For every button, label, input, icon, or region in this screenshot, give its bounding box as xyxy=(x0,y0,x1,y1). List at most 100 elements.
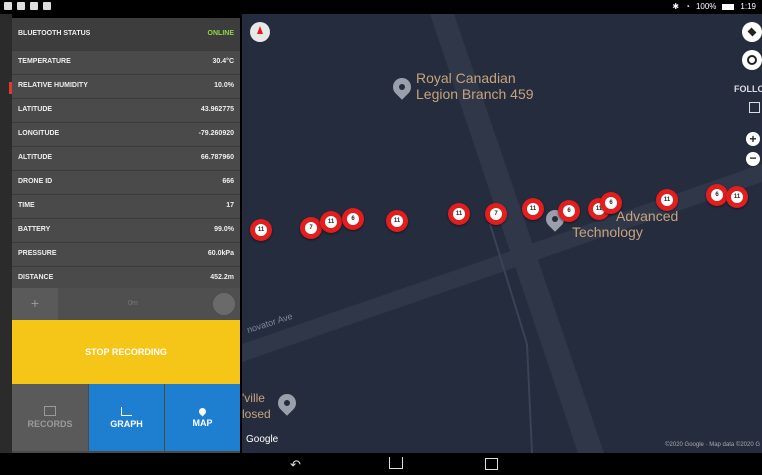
marker-label: 7 xyxy=(490,208,502,220)
tab-records-label: RECORDS xyxy=(27,419,73,429)
notification-icon xyxy=(30,2,38,10)
clock: 1:19 xyxy=(740,2,756,11)
map-marker[interactable]: 11 xyxy=(320,211,342,233)
back-icon[interactable]: ↶ xyxy=(290,457,301,473)
tab-map[interactable]: MAP xyxy=(165,384,240,451)
stop-recording-button[interactable]: STOP RECORDING xyxy=(12,320,240,384)
map-marker[interactable]: 6 xyxy=(342,208,364,230)
compass-needle-icon xyxy=(257,26,263,34)
map-marker[interactable]: 6 xyxy=(706,184,728,206)
notification-icon xyxy=(43,2,51,10)
map-marker[interactable]: 11 xyxy=(522,198,544,220)
marker-label: 6 xyxy=(347,213,359,225)
reading-label: LONGITUDE xyxy=(18,130,60,137)
tab-map-label: MAP xyxy=(192,417,213,428)
zoom-in-button[interactable]: + xyxy=(746,132,760,146)
marker-label: 6 xyxy=(605,197,617,209)
place-label-line: Royal Canadian xyxy=(416,70,516,86)
reading-row-humidity: RELATIVE HUMIDITY 10.0% xyxy=(12,74,240,99)
place-label-legion[interactable]: Royal Canadian Legion Branch 459 xyxy=(416,70,534,102)
reading-label: DRONE ID xyxy=(18,178,53,185)
recents-icon[interactable] xyxy=(485,458,498,470)
map-marker[interactable]: 11 xyxy=(386,210,408,232)
compass-icon[interactable] xyxy=(250,22,270,42)
reading-row-battery: BATTERY 99.0% xyxy=(12,218,240,243)
google-logo: Google xyxy=(246,434,279,445)
reading-value: 666 xyxy=(222,178,234,185)
reading-row-time: TIME 17 xyxy=(12,194,240,219)
marker-label: 11 xyxy=(255,224,267,236)
reading-label: ALTITUDE xyxy=(18,154,53,161)
marker-label: 11 xyxy=(661,194,673,206)
left-edge xyxy=(0,14,12,453)
toggle-button[interactable] xyxy=(208,288,240,320)
place-label-line: Legion Branch 459 xyxy=(416,86,534,102)
reading-label: DISTANCE xyxy=(18,274,54,281)
reading-value: 99.0% xyxy=(214,226,234,233)
reading-label: RELATIVE HUMIDITY xyxy=(18,82,88,89)
place-label-ville[interactable]: 'ville losed xyxy=(242,390,271,422)
layers-button[interactable] xyxy=(742,22,762,42)
marker-label: 6 xyxy=(563,205,575,217)
toggle-circle-icon xyxy=(213,293,235,315)
map-marker[interactable]: 11 xyxy=(448,203,470,225)
layers-icon xyxy=(747,27,757,37)
range-display: 0m xyxy=(58,288,208,320)
map-marker[interactable]: 6 xyxy=(558,200,580,222)
add-button[interactable]: + xyxy=(12,288,58,320)
reading-label: BATTERY xyxy=(18,226,51,233)
reading-label: LATITUDE xyxy=(18,106,53,113)
reading-row-latitude: LATITUDE 43.962775 xyxy=(12,98,240,123)
reading-value: 30.4°C xyxy=(212,58,234,65)
bluetooth-icon: ✱ xyxy=(672,2,680,11)
map-marker[interactable]: 6 xyxy=(600,192,622,214)
reading-value: 60.0kPa xyxy=(207,250,234,257)
marker-label: 11 xyxy=(731,191,743,203)
place-label-line: Technology xyxy=(572,224,643,240)
bluetooth-status-label: BLUETOOTH STATUS xyxy=(18,30,91,37)
wifi-icon: ◔ xyxy=(685,2,690,11)
map-marker[interactable]: 7 xyxy=(485,203,507,225)
reading-row-longitude: LONGITUDE -79.260920 xyxy=(12,122,240,147)
reading-value: 452.2m xyxy=(210,274,234,281)
marker-label: 11 xyxy=(391,215,403,227)
reading-value: 10.0% xyxy=(214,82,234,89)
locate-button[interactable] xyxy=(742,50,762,70)
navigation-bar: ↶ xyxy=(0,453,762,475)
reading-row-drone-id: DRONE ID 666 xyxy=(12,170,240,195)
tab-records[interactable]: RECORDS xyxy=(12,384,88,451)
marker-label: 7 xyxy=(305,222,317,234)
zoom-out-button[interactable]: − xyxy=(746,152,760,166)
place-label-line: losed xyxy=(242,407,271,421)
map-marker[interactable]: 7 xyxy=(300,217,322,239)
map-view[interactable]: Royal Canadian Legion Branch 459 Advance… xyxy=(242,14,762,453)
notification-icon xyxy=(17,2,25,10)
reading-row-pressure: PRESSURE 60.0kPa xyxy=(12,242,240,267)
reading-label: PRESSURE xyxy=(18,250,57,257)
notification-icons xyxy=(4,2,51,10)
bluetooth-status-value: ONLINE xyxy=(207,30,234,37)
reading-label: TEMPERATURE xyxy=(18,58,71,65)
reading-row-altitude: ALTITUDE 66.787960 xyxy=(12,146,240,171)
map-marker[interactable]: 11 xyxy=(726,186,748,208)
reading-value: -79.260920 xyxy=(198,130,234,137)
reading-label: TIME xyxy=(18,202,35,209)
battery-icon xyxy=(722,3,735,10)
map-pin-icon xyxy=(197,406,208,416)
home-icon[interactable] xyxy=(389,457,403,469)
battery-text: 100% xyxy=(695,2,717,11)
bluetooth-status-row: BLUETOOTH STATUS ONLINE xyxy=(12,18,240,51)
tab-graph[interactable]: GRAPH xyxy=(89,384,164,451)
marker-label: 11 xyxy=(453,208,465,220)
map-marker[interactable]: 11 xyxy=(656,189,678,211)
system-status: ✱ ◔ 100% 1:19 xyxy=(672,2,756,11)
notification-icon xyxy=(4,2,12,10)
graph-icon xyxy=(121,406,132,416)
locate-icon xyxy=(747,55,757,65)
reading-row-temperature: TEMPERATURE 30.4°C xyxy=(12,50,240,75)
marker-label: 11 xyxy=(527,203,539,215)
follow-checkbox[interactable] xyxy=(749,102,760,113)
map-attribution[interactable]: ©2020 Google · Map data ©2020 G xyxy=(665,442,760,448)
map-marker[interactable]: 11 xyxy=(250,219,272,241)
status-bar: ✱ ◔ 100% 1:19 xyxy=(0,0,762,14)
